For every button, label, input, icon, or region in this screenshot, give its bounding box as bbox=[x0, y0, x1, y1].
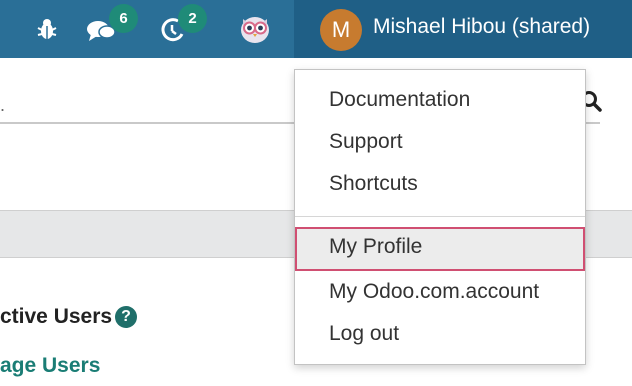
search-input-text: . bbox=[0, 95, 6, 115]
activities-count-badge: 2 bbox=[178, 4, 207, 33]
manage-users-link[interactable]: age Users bbox=[0, 354, 100, 378]
active-users-heading: ctive Users bbox=[0, 305, 113, 328]
bug-icon[interactable] bbox=[36, 17, 58, 41]
user-dropdown-menu: Documentation Support Shortcuts My Profi… bbox=[294, 69, 586, 365]
menu-item-documentation[interactable]: Documentation bbox=[295, 80, 585, 120]
menu-item-my-odoo-account[interactable]: My Odoo.com.account bbox=[295, 272, 585, 312]
menu-divider bbox=[295, 216, 585, 217]
user-name[interactable]: Mishael Hibou (shared) bbox=[373, 15, 590, 39]
user-avatar[interactable]: M bbox=[320, 9, 362, 51]
menu-item-my-profile[interactable]: My Profile bbox=[295, 227, 585, 271]
menu-item-shortcuts[interactable]: Shortcuts bbox=[295, 164, 585, 204]
menu-item-support[interactable]: Support bbox=[295, 122, 585, 162]
help-icon[interactable]: ? bbox=[115, 306, 137, 328]
messages-count-badge: 6 bbox=[109, 4, 138, 33]
menu-item-log-out[interactable]: Log out bbox=[295, 314, 585, 354]
owl-icon[interactable] bbox=[239, 13, 271, 45]
